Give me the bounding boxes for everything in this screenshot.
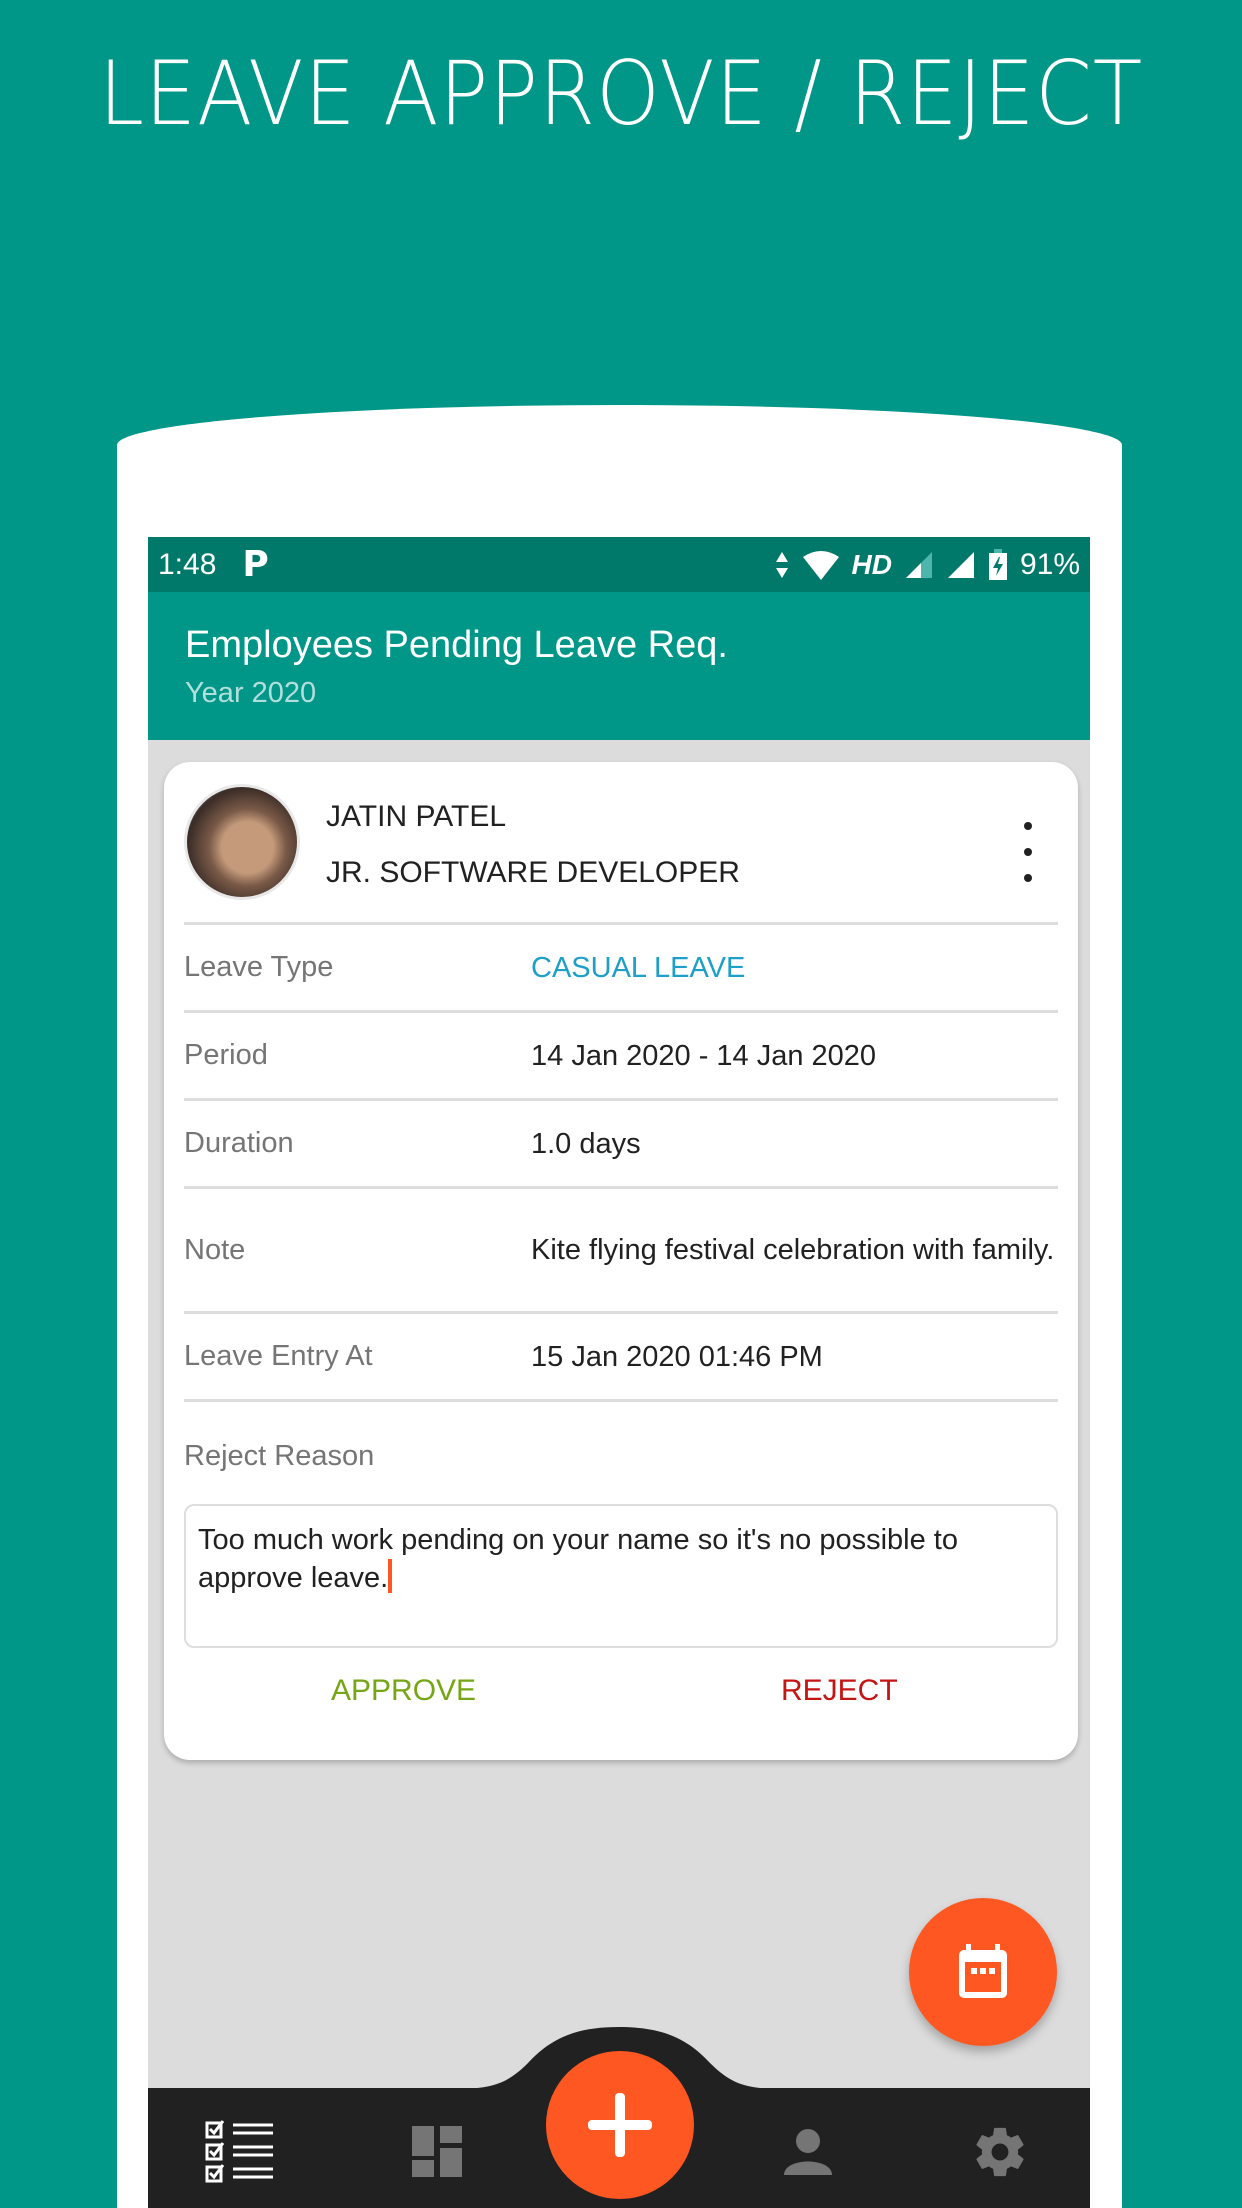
reject-reason-label: Reject Reason bbox=[184, 1440, 375, 1472]
divider bbox=[184, 1399, 1058, 1402]
leave-type-value: CASUAL LEAVE bbox=[531, 951, 746, 984]
dashboard-icon bbox=[412, 2126, 462, 2177]
detail-row-note: Note Kite flying festival celebration wi… bbox=[184, 1189, 1058, 1311]
nav-item-checklist[interactable] bbox=[200, 2112, 280, 2192]
approve-button[interactable]: APPROVE bbox=[331, 1674, 476, 1708]
data-arrows-icon bbox=[775, 551, 788, 578]
text-cursor bbox=[388, 1559, 393, 1593]
detail-row-period: Period 14 Jan 2020 - 14 Jan 2020 bbox=[184, 1013, 1058, 1098]
phone-screen: 1:48 P HD 91% Employees Pending Leave Re… bbox=[148, 537, 1090, 2208]
nav-item-profile[interactable] bbox=[768, 2112, 848, 2192]
more-options-icon[interactable] bbox=[1018, 822, 1038, 882]
status-time: 1:48 bbox=[158, 547, 217, 581]
detail-row-leave-type: Leave Type CASUAL LEAVE bbox=[184, 925, 1058, 1010]
status-icons: HD 91% bbox=[774, 547, 1080, 582]
add-fab-button[interactable] bbox=[546, 2051, 694, 2199]
battery-charging-icon bbox=[988, 548, 1007, 580]
person-icon bbox=[784, 2129, 832, 2175]
checklist-icon bbox=[205, 2120, 273, 2183]
detail-row-duration: Duration 1.0 days bbox=[184, 1101, 1058, 1186]
calendar-fab-button[interactable] bbox=[909, 1898, 1057, 2046]
calendar-icon bbox=[959, 1944, 1007, 1998]
status-bar: 1:48 P HD 91% bbox=[148, 537, 1090, 592]
add-icon bbox=[588, 2093, 652, 2157]
nav-item-settings[interactable] bbox=[960, 2112, 1040, 2192]
p-icon: P bbox=[242, 544, 269, 585]
reject-reason-text: Too much work pending on your name so it… bbox=[198, 1524, 958, 1594]
nav-item-dashboard[interactable] bbox=[398, 2112, 478, 2192]
reject-reason-input[interactable]: Too much work pending on your name so it… bbox=[184, 1504, 1058, 1648]
detail-label: Duration bbox=[184, 1127, 294, 1159]
detail-label: Leave Type bbox=[184, 951, 334, 983]
duration-value: 1.0 days bbox=[531, 1127, 641, 1160]
employee-role: JR. SOFTWARE DEVELOPER bbox=[326, 856, 740, 889]
employee-name: JATIN PATEL bbox=[326, 800, 507, 833]
signal-icon bbox=[905, 551, 932, 578]
promo-title: LEAVE APPROVE / REJECT bbox=[98, 42, 1144, 145]
page-title: Employees Pending Leave Req. bbox=[185, 624, 728, 666]
note-value: Kite flying festival celebration with fa… bbox=[531, 1234, 1055, 1266]
page-subtitle: Year 2020 bbox=[185, 677, 317, 709]
avatar bbox=[184, 784, 300, 900]
detail-row-entry-at: Leave Entry At 15 Jan 2020 01:46 PM bbox=[184, 1314, 1058, 1399]
battery-percent: 91% bbox=[1019, 547, 1080, 581]
network-type-label: HD bbox=[851, 548, 892, 580]
leave-details: Leave Type CASUAL LEAVE Period 14 Jan 20… bbox=[184, 922, 1058, 1402]
settings-icon bbox=[976, 2127, 1024, 2177]
detail-label: Note bbox=[184, 1233, 246, 1266]
wifi-icon bbox=[802, 550, 839, 580]
detail-label: Leave Entry At bbox=[184, 1340, 373, 1372]
detail-label: Period bbox=[184, 1039, 268, 1071]
reject-button[interactable]: REJECT bbox=[781, 1674, 898, 1708]
period-value: 14 Jan 2020 - 14 Jan 2020 bbox=[531, 1039, 877, 1072]
signal-icon bbox=[947, 551, 974, 578]
app-bar: Employees Pending Leave Req. Year 2020 bbox=[148, 592, 1090, 740]
leave-request-card: JATIN PATEL JR. SOFTWARE DEVELOPER Leave… bbox=[164, 762, 1078, 1760]
entry-at-value: 15 Jan 2020 01:46 PM bbox=[531, 1340, 823, 1373]
